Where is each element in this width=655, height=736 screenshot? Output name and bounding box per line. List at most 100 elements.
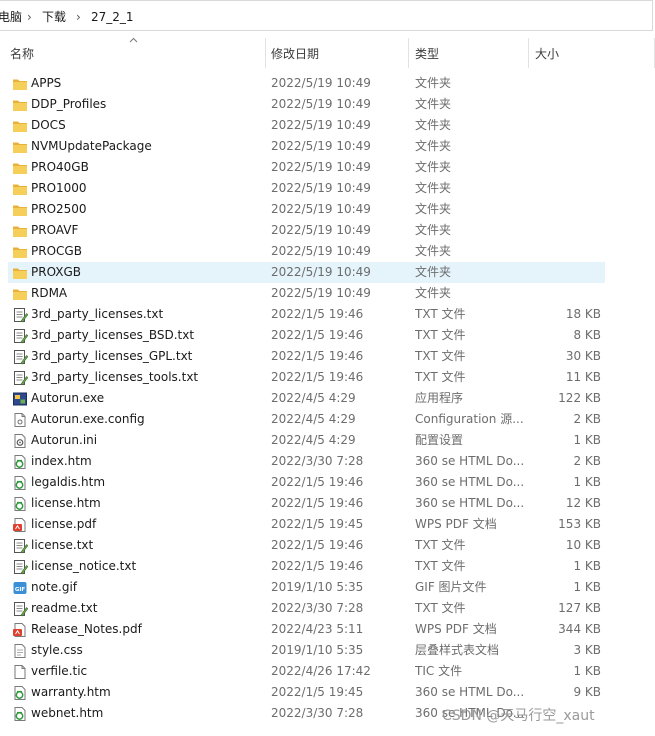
file-type: 文件夹 xyxy=(415,181,452,195)
breadcrumb-item-current[interactable]: 27_2_1 xyxy=(91,9,134,25)
file-row[interactable]: PRO40GB 2022/5/19 10:49 文件夹 xyxy=(8,157,605,178)
file-date: 2022/1/5 19:46 xyxy=(271,307,364,321)
column-header-size[interactable]: 大小 xyxy=(535,46,559,62)
file-size: 12 KB xyxy=(565,496,601,510)
file-row[interactable]: PROXGB 2022/5/19 10:49 文件夹 xyxy=(8,262,605,283)
file-row[interactable]: 3rd_party_licenses.txt 2022/1/5 19:46 TXT … xyxy=(8,304,605,325)
file-row[interactable]: index.htm 2022/3/30 7:28 360 se HTML Do...… xyxy=(8,451,605,472)
file-row[interactable]: Autorun.ini 2022/4/5 4:29 配置设置 1 KB xyxy=(8,430,605,451)
folder-icon xyxy=(12,118,28,134)
text-file-icon xyxy=(12,370,29,386)
file-row[interactable]: DOCS 2022/5/19 10:49 文件夹 xyxy=(8,115,605,136)
file-row[interactable]: PRO1000 2022/5/19 10:49 文件夹 xyxy=(8,178,605,199)
file-size: 153 KB xyxy=(558,517,601,531)
generic-file-icon xyxy=(12,412,28,428)
file-row[interactable]: DDP_Profiles 2022/5/19 10:49 文件夹 xyxy=(8,94,605,115)
file-type: WPS PDF 文档 xyxy=(415,517,497,531)
file-date: 2022/3/30 7:28 xyxy=(271,706,364,720)
file-row[interactable]: PROAVF 2022/5/19 10:49 文件夹 xyxy=(8,220,605,241)
file-date: 2022/4/23 5:11 xyxy=(271,622,364,636)
file-type: TXT 文件 xyxy=(415,328,466,342)
file-row[interactable]: warranty.htm 2022/1/5 19:45 360 se HTML Do… xyxy=(8,682,605,703)
file-row[interactable]: 3rd_party_licenses_tools.txt 2022/1/5 19:… xyxy=(8,367,605,388)
ini-file-icon xyxy=(12,433,28,449)
file-row[interactable]: Release_Notes.pdf 2022/4/23 5:11 WPS PDF 文… xyxy=(8,619,605,640)
file-size: 2 KB xyxy=(573,454,601,468)
file-date: 2022/1/5 19:45 xyxy=(271,685,364,699)
file-row[interactable]: 3rd_party_licenses_GPL.txt 2022/1/5 19:46… xyxy=(8,346,605,367)
file-size xyxy=(528,94,601,115)
file-row[interactable]: GIF note.gif 2019/1/10 5:35 GIF 图片文件 1 KB xyxy=(8,577,605,598)
file-name: style.css xyxy=(31,643,83,657)
file-date: 2022/4/26 17:42 xyxy=(271,664,371,678)
file-name: Autorun.exe.config xyxy=(31,412,145,426)
file-name: 3rd_party_licenses.txt xyxy=(31,307,164,321)
gif-file-icon: GIF xyxy=(12,580,28,596)
file-row[interactable]: Autorun.exe.config 2022/4/5 4:29 Configura… xyxy=(8,409,605,430)
file-row[interactable]: verfile.tic 2022/4/26 17:42 TIC 文件 1 KB xyxy=(8,661,605,682)
file-type: TXT 文件 xyxy=(415,307,466,321)
file-date: 2022/5/19 10:49 xyxy=(271,265,371,279)
column-divider[interactable] xyxy=(265,38,266,68)
file-row[interactable]: PROCGB 2022/5/19 10:49 文件夹 xyxy=(8,241,605,262)
file-size: 1 KB xyxy=(573,664,601,678)
file-type: 文件夹 xyxy=(415,202,452,216)
file-date: 2022/5/19 10:49 xyxy=(271,139,371,153)
file-type: TXT 文件 xyxy=(415,538,466,552)
file-type: TXT 文件 xyxy=(415,601,466,615)
column-divider[interactable] xyxy=(408,38,409,68)
file-type: 360 se HTML Do... xyxy=(415,685,525,699)
file-size xyxy=(528,199,601,220)
blank-file-icon xyxy=(12,664,28,680)
file-row[interactable]: Autorun.exe 2022/4/5 4:29 应用程序 122 KB xyxy=(8,388,605,409)
file-row[interactable]: NVMUpdatePackage 2022/5/19 10:49 文件夹 xyxy=(8,136,605,157)
file-size: 9 KB xyxy=(573,685,601,699)
file-date: 2022/5/19 10:49 xyxy=(271,160,371,174)
file-type: TXT 文件 xyxy=(415,349,466,363)
address-bar[interactable]: 电脑 › 下载 › 27_2_1 xyxy=(0,0,653,31)
file-size: 344 KB xyxy=(558,622,601,636)
file-type: 360 se HTML Do... xyxy=(415,496,525,510)
file-name: license_notice.txt xyxy=(31,559,137,573)
file-size: 127 KB xyxy=(558,601,601,615)
file-row[interactable]: APPS 2022/5/19 10:49 文件夹 xyxy=(8,73,605,94)
file-row[interactable]: license.htm 2022/1/5 19:46 360 se HTML Do.… xyxy=(8,493,605,514)
file-row[interactable]: 3rd_party_licenses_BSD.txt 2022/1/5 19:46… xyxy=(8,325,605,346)
folder-icon xyxy=(12,76,28,92)
breadcrumb-item-computer[interactable]: 电脑 xyxy=(0,9,22,25)
column-header-type[interactable]: 类型 xyxy=(415,46,439,62)
file-date: 2022/3/30 7:28 xyxy=(271,601,364,615)
file-row[interactable]: RDMA 2022/5/19 10:49 文件夹 xyxy=(8,283,605,304)
text-file-icon xyxy=(12,601,29,617)
column-header-date[interactable]: 修改日期 xyxy=(271,46,319,62)
file-name: index.htm xyxy=(31,454,92,468)
breadcrumb-item-downloads[interactable]: 下载 xyxy=(42,9,66,25)
file-type: 应用程序 xyxy=(415,391,464,405)
file-type: TIC 文件 xyxy=(415,664,463,678)
file-row[interactable]: readme.txt 2022/3/30 7:28 TXT 文件 127 KB xyxy=(8,598,605,619)
file-row[interactable]: legaldis.htm 2022/1/5 19:46 360 se HTML Do… xyxy=(8,472,605,493)
folder-icon xyxy=(12,97,28,113)
file-row[interactable]: license.txt 2022/1/5 19:46 TXT 文件 10 KB xyxy=(8,535,605,556)
file-name: 3rd_party_licenses_tools.txt xyxy=(31,370,199,384)
file-name: webnet.htm xyxy=(31,706,104,720)
file-row[interactable]: license.pdf 2022/1/5 19:45 WPS PDF 文档 153 K… xyxy=(8,514,605,535)
file-name: PROAVF xyxy=(31,223,79,237)
html-file-icon xyxy=(12,496,28,512)
file-type: 文件夹 xyxy=(415,286,452,300)
column-header-name[interactable]: 名称 xyxy=(10,46,34,62)
file-type: Configuration 源... xyxy=(415,412,524,426)
file-date: 2022/1/5 19:46 xyxy=(271,328,364,342)
html-file-icon xyxy=(12,475,28,491)
html-file-icon xyxy=(12,454,28,470)
column-divider[interactable] xyxy=(528,38,529,68)
file-type: TXT 文件 xyxy=(415,559,466,573)
file-name: license.pdf xyxy=(31,517,97,531)
file-row[interactable]: PRO2500 2022/5/19 10:49 文件夹 xyxy=(8,199,605,220)
file-row[interactable]: style.css 2019/1/10 5:35 层叠样式表文档 3 KB xyxy=(8,640,605,661)
exe-icon xyxy=(12,391,28,407)
file-row[interactable]: license_notice.txt 2022/1/5 19:46 TXT 文件 1 … xyxy=(8,556,605,577)
folder-icon xyxy=(12,265,28,281)
file-type: 配置设置 xyxy=(415,433,464,447)
file-size xyxy=(528,262,601,283)
